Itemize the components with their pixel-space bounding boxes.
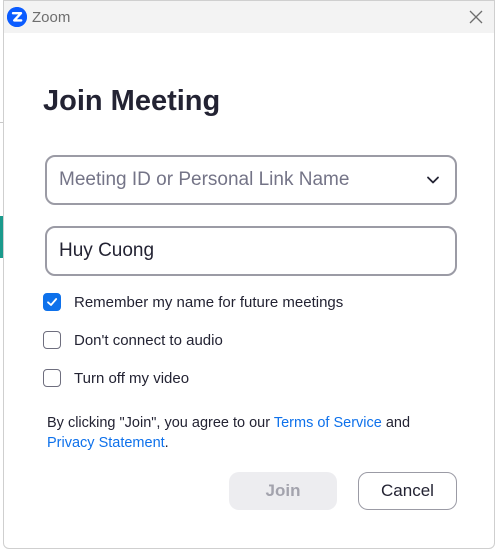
video-off-label: Turn off my video bbox=[74, 369, 190, 387]
remember-name-checkbox[interactable] bbox=[43, 293, 61, 311]
remember-name-label: Remember my name for future meetings bbox=[74, 293, 344, 311]
no-audio-checkbox[interactable] bbox=[43, 331, 61, 349]
video-off-checkbox[interactable] bbox=[43, 369, 61, 387]
legal-notice: By clicking "Join", you agree to our Ter… bbox=[47, 413, 447, 453]
join-button[interactable]: Join bbox=[229, 472, 337, 510]
no-audio-label: Don't connect to audio bbox=[74, 331, 223, 349]
chevron-down-icon[interactable] bbox=[425, 172, 441, 188]
option-remember-name[interactable]: Remember my name for future meetings bbox=[43, 291, 343, 313]
legal-prefix: By clicking "Join", you agree to our bbox=[47, 415, 274, 431]
option-no-audio[interactable]: Don't connect to audio bbox=[43, 329, 223, 351]
zoom-logo-icon bbox=[7, 7, 27, 27]
name-input[interactable] bbox=[59, 228, 439, 274]
option-video-off[interactable]: Turn off my video bbox=[43, 367, 189, 389]
terms-of-service-link[interactable]: Terms of Service bbox=[274, 415, 382, 431]
cancel-button[interactable]: Cancel bbox=[358, 472, 457, 510]
window-title: Zoom bbox=[32, 9, 71, 26]
title-bar: Zoom bbox=[4, 1, 494, 33]
zoom-logo-glyph bbox=[7, 7, 27, 27]
meeting-id-combobox[interactable] bbox=[45, 155, 457, 205]
zoom-join-dialog: Zoom Join Meeting Remember my name for f… bbox=[3, 0, 495, 549]
name-field[interactable] bbox=[45, 226, 457, 276]
legal-suffix: . bbox=[164, 435, 169, 451]
close-icon bbox=[469, 10, 483, 24]
meeting-id-input[interactable] bbox=[59, 157, 409, 203]
checkmark-icon bbox=[47, 298, 58, 306]
page-title: Join Meeting bbox=[43, 85, 221, 117]
legal-middle: and bbox=[381, 415, 411, 431]
close-button[interactable] bbox=[466, 7, 486, 27]
privacy-statement-link[interactable]: Privacy Statement bbox=[47, 435, 165, 451]
